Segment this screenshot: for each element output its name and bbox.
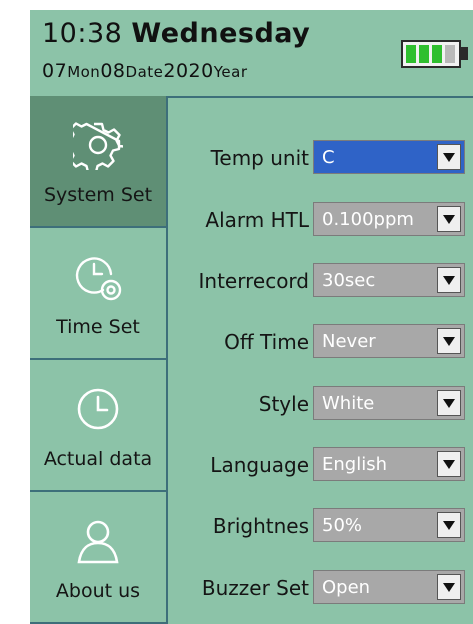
interrecord-select[interactable]: 30sec [313,263,465,297]
setting-label: Off Time [224,330,309,354]
setting-row-style: Style White [168,384,473,424]
clock-icon [77,388,119,430]
chevron-down-icon[interactable] [437,328,461,354]
setting-label: Style [258,392,309,416]
setting-row-buzzer-set: Buzzer Set Open [168,568,473,608]
time-display: 10:38 Wednesday [42,18,310,49]
setting-row-language: Language English [168,445,473,485]
sidebar-item-label: About us [55,580,141,602]
chevron-down-icon[interactable] [437,267,461,293]
select-value: 50% [322,515,363,536]
sidebar-item-about-us[interactable]: About us [30,492,166,624]
battery-segment [445,45,455,63]
battery-segment [432,45,442,63]
setting-label: Brightnes [212,514,309,538]
setting-label: Buzzer Set [201,576,309,600]
sidebar-item-actual-data[interactable]: Actual data [30,360,166,492]
select-value: Open [322,577,371,598]
gear-icon [73,122,123,170]
setting-row-alarm-htl: Alarm HTL 0.100ppm [168,200,473,240]
device-screen: 10:38 Wednesday 07Mon08Date2020Year Syst… [30,10,473,624]
off-time-select[interactable]: Never [313,324,465,358]
chevron-down-icon[interactable] [437,206,461,232]
chevron-down-icon[interactable] [437,574,461,600]
day-value: 08 [100,60,126,82]
setting-label: Alarm HTL [205,208,309,232]
year-unit: Year [213,63,248,81]
alarm-htl-select[interactable]: 0.100ppm [313,202,465,236]
chevron-down-icon[interactable] [437,144,461,170]
battery-segment [406,45,416,63]
setting-label: Temp unit [210,146,309,170]
month-unit: Mon [67,63,101,81]
battery-icon [401,40,461,68]
day-unit: Date [125,63,164,81]
sidebar-item-label: Time Set [56,316,140,338]
sidebar-item-label: Actual data [43,448,153,470]
time-value: 10:38 [42,18,123,49]
setting-label: Interrecord [198,269,309,293]
select-value: English [322,454,387,475]
sidebar-item-time-set[interactable]: Time Set [30,228,166,360]
select-value: C [322,147,335,168]
month-value: 07 [42,60,68,82]
battery-tip [461,47,468,60]
chevron-down-icon[interactable] [437,451,461,477]
year-value: 2020 [163,60,214,82]
select-value: 30sec [322,270,376,291]
setting-row-off-time: Off Time Never [168,322,473,362]
setting-row-temp-unit: Temp unit C [168,138,473,178]
clock-gear-icon [75,257,122,301]
language-select[interactable]: English [313,447,465,481]
select-value: White [322,393,375,414]
battery-segment [419,45,429,63]
select-value: Never [322,331,376,352]
sidebar-item-system-set[interactable]: System Set [30,96,166,228]
buzzer-set-select[interactable]: Open [313,570,465,604]
style-select[interactable]: White [313,386,465,420]
sidebar: System Set Time Set Actual data About us [30,96,168,624]
weekday-value: Wednesday [131,18,311,49]
brightnes-select[interactable]: 50% [313,508,465,542]
chevron-down-icon[interactable] [437,390,461,416]
select-value: 0.100ppm [322,209,414,230]
setting-row-brightnes: Brightnes 50% [168,506,473,546]
settings-panel: Temp unit C Alarm HTL 0.100ppm Interreco… [168,96,473,624]
sidebar-item-label: System Set [43,184,153,206]
setting-label: Language [210,453,309,477]
status-header: 10:38 Wednesday 07Mon08Date2020Year [30,10,473,98]
user-icon [77,520,119,564]
setting-row-interrecord: Interrecord 30sec [168,261,473,301]
date-display: 07Mon08Date2020Year [42,60,248,82]
temp-unit-select[interactable]: C [313,140,465,174]
chevron-down-icon[interactable] [437,512,461,538]
